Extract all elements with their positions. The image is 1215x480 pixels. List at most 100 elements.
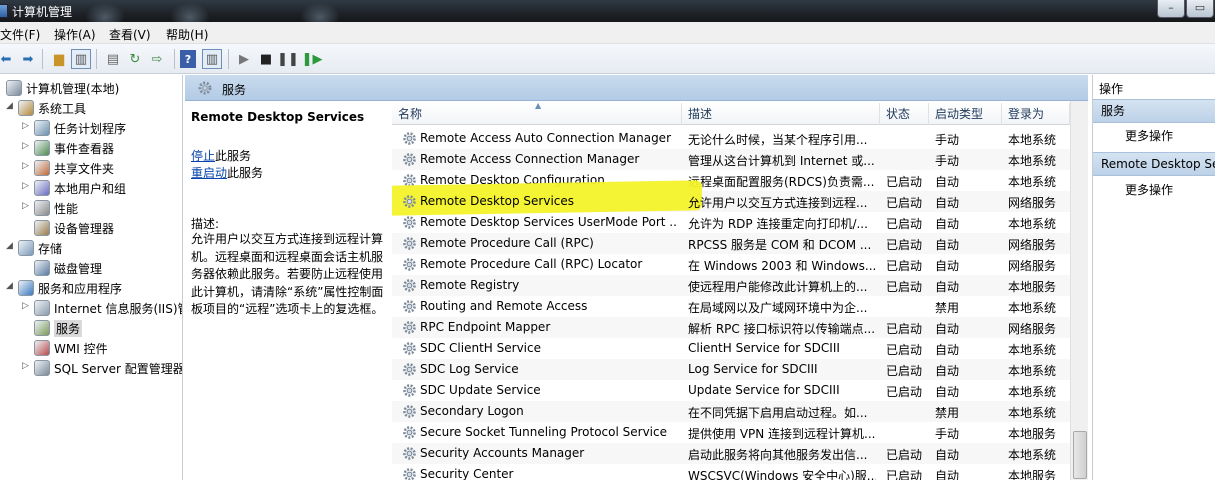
description-text: 允许用户以交互方式连接到远程计算机。远程桌面和远程桌面会话主机服务器依赖此服务。… <box>191 232 384 316</box>
tree-item-label: 服务和应用程序 <box>38 282 123 296</box>
menu-action[interactable]: 操作(A) <box>54 26 96 43</box>
actions-section-services[interactable]: 服务 <box>1093 99 1215 123</box>
start-service-icon[interactable]: ▶ <box>234 49 254 69</box>
minimize-button[interactable]: – <box>1157 0 1185 18</box>
service-name: Remote Desktop Services UserMode Port ..… <box>420 215 678 229</box>
service-logon-as: 网络服务 <box>1008 259 1057 273</box>
tree-node-icon <box>18 280 34 296</box>
pause-service-icon[interactable]: ❚❚ <box>277 49 299 69</box>
table-row[interactable]: SDC Log Service Log Service for SDCIII 已启动… <box>392 359 1070 380</box>
forward-icon[interactable]: ➡ <box>18 49 38 69</box>
expander-icon[interactable]: ▷ <box>22 161 32 171</box>
service-gear-icon <box>403 426 416 439</box>
service-description: 远程桌面配置服务(RDCS)负责需... <box>688 175 875 189</box>
show-hide-action-pane-icon[interactable]: ▥ <box>202 49 222 69</box>
table-row[interactable]: Remote Procedure Call (RPC) Locator 在 Win… <box>392 254 1070 275</box>
tree-node-icon <box>6 80 22 96</box>
service-logon-as: 网络服务 <box>1008 196 1057 210</box>
back-icon[interactable]: ⬅ <box>0 49 16 69</box>
expander-icon[interactable]: ▷ <box>22 201 32 211</box>
more-actions-services[interactable]: 更多操作 <box>1125 127 1173 144</box>
table-row[interactable]: Remote Desktop Services 允许用户以交互方式连接到远程...… <box>392 180 1070 216</box>
expander-icon[interactable]: ▷ <box>22 121 32 131</box>
help-icon[interactable]: ? <box>180 50 196 68</box>
export-list-icon[interactable]: ⇨ <box>147 49 167 69</box>
scrollbar-thumb[interactable] <box>1073 431 1087 479</box>
restart-service-icon[interactable]: ❚▶ <box>302 49 323 69</box>
service-description: RPCSS 服务是 COM 和 DCOM ... <box>688 238 872 252</box>
vertical-scrollbar[interactable] <box>1070 101 1088 480</box>
service-name: Remote Access Connection Manager <box>420 152 640 166</box>
stop-service-icon[interactable]: ■ <box>256 49 276 69</box>
service-startup-type: 自动 <box>935 238 960 252</box>
toolbar-separator <box>42 49 43 69</box>
table-row[interactable]: Remote Desktop Services UserMode Port ..… <box>392 212 1070 233</box>
column-description[interactable]: 描述 <box>682 103 880 125</box>
table-row[interactable]: Security Accounts Manager 启动此服务将向其他服务发出信.… <box>392 443 1070 464</box>
table-row[interactable]: SDC ClientH Service ClientH Service for S… <box>392 338 1070 359</box>
expander-icon[interactable]: ▷ <box>22 181 32 191</box>
menu-view[interactable]: 查看(V) <box>109 26 151 43</box>
menu-help[interactable]: 帮助(H) <box>166 26 208 43</box>
service-status: 已启动 <box>886 217 923 231</box>
table-row[interactable]: Secure Socket Tunneling Protocol Service… <box>392 422 1070 443</box>
service-startup-type: 自动 <box>935 196 960 210</box>
window-title: 计算机管理 <box>12 5 73 19</box>
sort-ascending-icon: ▲ <box>535 101 542 110</box>
column-startup-type[interactable]: 启动类型 <box>929 103 1002 125</box>
tree-item-label: 计算机管理(本地) <box>26 82 120 96</box>
service-name: Security Center <box>420 467 514 480</box>
column-status[interactable]: 状态 <box>880 103 929 125</box>
service-status: 已启动 <box>886 280 923 294</box>
show-hide-tree-icon[interactable]: ▥ <box>71 49 91 69</box>
table-row[interactable]: Remote Access Connection Manager 管理从这台计算机… <box>392 149 1070 170</box>
table-row[interactable]: Remote Procedure Call (RPC) RPCSS 服务是 COM… <box>392 233 1070 254</box>
menu-file[interactable]: 文件(F) <box>0 26 40 43</box>
service-logon-as: 本地系统 <box>1008 217 1057 231</box>
actions-section-selected-service[interactable]: Remote Desktop Services <box>1093 152 1215 176</box>
tree-item-label: WMI 控件 <box>54 342 108 356</box>
service-logon-as: 网络服务 <box>1008 238 1057 252</box>
service-name: Security Accounts Manager <box>420 446 585 460</box>
tree-node-icon <box>34 140 50 156</box>
properties-icon[interactable]: ▤ <box>103 49 123 69</box>
tree-item-label: 事件查看器 <box>54 142 115 156</box>
expander-icon[interactable]: ▷ <box>22 361 32 371</box>
table-row[interactable]: Secondary Logon 在不同凭据下启用启动过程。如... 禁用 本地系统 <box>392 401 1070 422</box>
service-description: Update Service for SDCIII <box>688 383 840 397</box>
column-logon-as[interactable]: 登录为 <box>1002 103 1070 125</box>
table-row[interactable]: RPC Endpoint Mapper 解析 RPC 接口标识符以传输端点... 已… <box>392 317 1070 338</box>
service-startup-type: 自动 <box>935 175 960 189</box>
expander-icon[interactable]: ◢ <box>6 101 16 111</box>
service-startup-type: 自动 <box>935 259 960 273</box>
up-folder-icon[interactable]: ▆ <box>49 49 69 69</box>
service-name: SDC Update Service <box>420 383 541 397</box>
service-name: RPC Endpoint Mapper <box>420 320 551 334</box>
service-description: 在不同凭据下启用启动过程。如... <box>688 406 868 420</box>
table-row[interactable]: Remote Access Auto Connection Manager 无论什… <box>392 128 1070 149</box>
table-row[interactable]: SDC Update Service Update Service for SDC… <box>392 380 1070 401</box>
expander-icon[interactable]: ▷ <box>22 141 32 151</box>
table-row[interactable]: Routing and Remote Access 在局域网以及广域网环境中为企.… <box>392 296 1070 317</box>
more-actions-selected-service[interactable]: 更多操作 <box>1125 181 1173 198</box>
stop-service-link[interactable]: 停止 <box>191 149 215 163</box>
service-gear-icon <box>403 363 416 376</box>
service-description: 管理从这台计算机到 Internet 或... <box>688 154 875 168</box>
actions-pane: 操作 服务 更多操作 Remote Desktop Services 更多操作 <box>1092 75 1215 480</box>
expander-icon[interactable]: ▷ <box>22 301 32 311</box>
table-row[interactable]: Security Center WSCSVC(Windows 安全中心)服... 已… <box>392 464 1070 480</box>
expander-icon[interactable]: ◢ <box>6 241 16 251</box>
maximize-button[interactable]: ▭ <box>1186 0 1214 18</box>
service-gear-icon <box>403 468 416 480</box>
service-startup-type: 禁用 <box>935 301 960 315</box>
expander-icon[interactable]: ◢ <box>6 281 16 291</box>
toolbar-separator <box>96 49 97 69</box>
refresh-icon[interactable]: ↻ <box>125 49 145 69</box>
restart-service-link[interactable]: 重启动 <box>191 166 227 180</box>
service-gear-icon <box>403 321 416 334</box>
table-row[interactable]: Remote Registry 使远程用户能修改此计算机上的... 已启动 自动 本地服… <box>392 275 1070 296</box>
toolbar: ⬅ ➡ ▆ ▥ ▤ ↻ ⇨ ? ▥ ▶ ■ ❚❚ ❚▶ <box>0 44 1215 74</box>
tree-node-icon <box>34 260 50 276</box>
service-startup-type: 自动 <box>935 322 960 336</box>
toolbar-separator <box>174 49 175 69</box>
